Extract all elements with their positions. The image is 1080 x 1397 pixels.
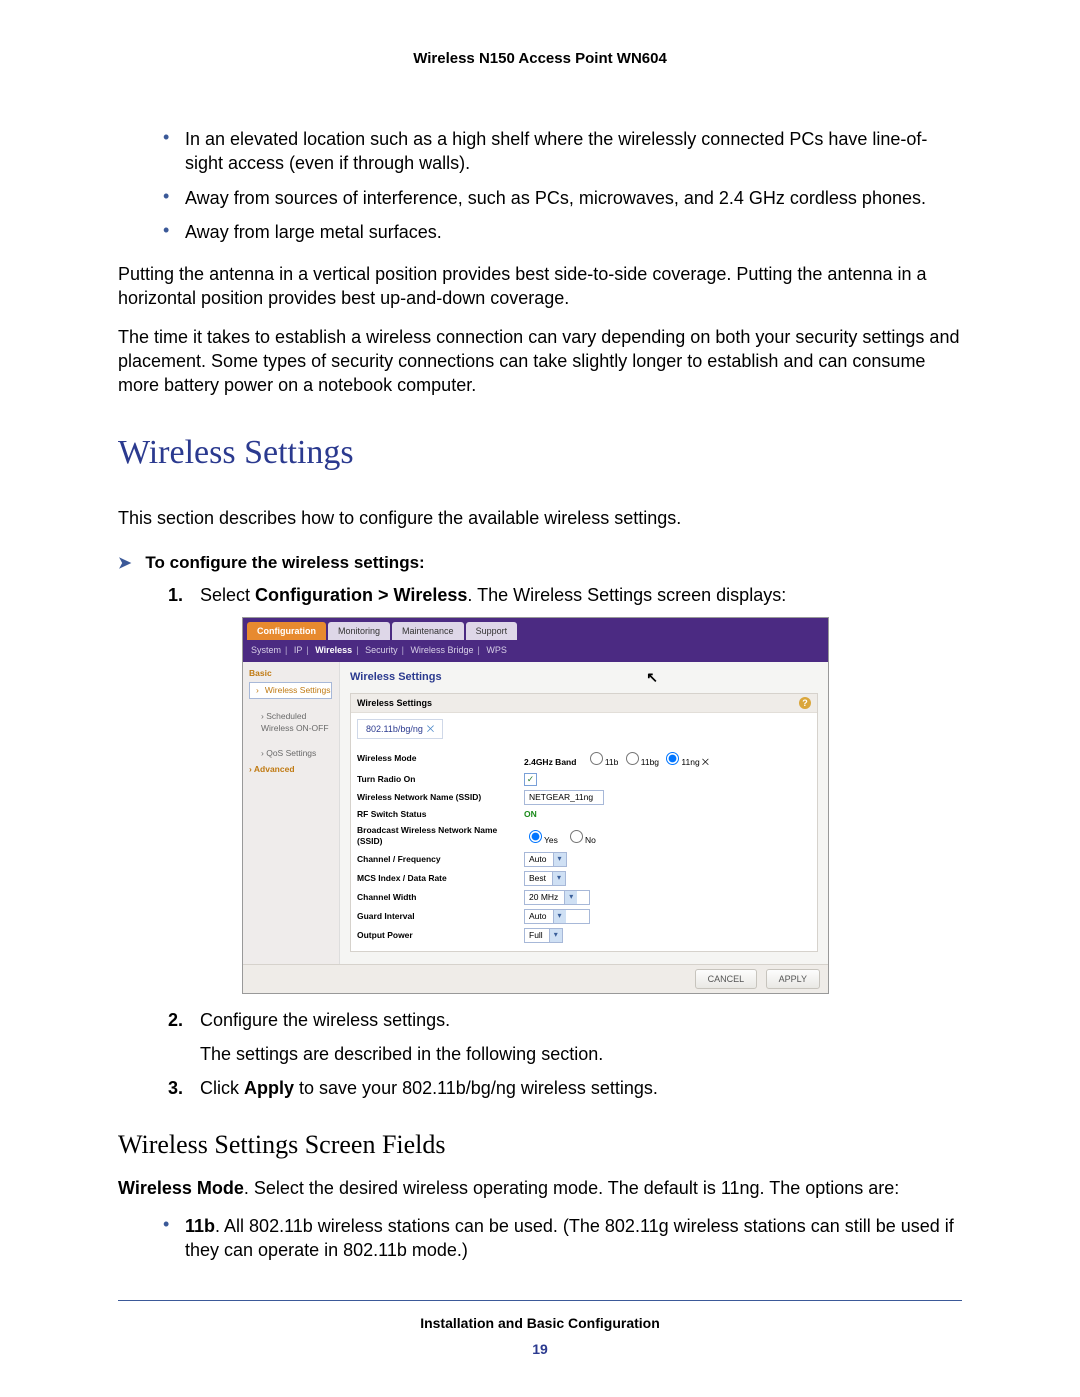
label-channel: Channel / Frequency [351, 850, 518, 869]
select-mcs[interactable]: Best▾ [524, 871, 566, 886]
chevron-right-icon: ➤ [118, 553, 131, 575]
admin-tab-support[interactable]: Support [466, 622, 518, 640]
bullet-item: 11b. All 802.11b wireless stations can b… [163, 1214, 962, 1263]
option-name: 11b [185, 1216, 215, 1236]
footer-rule [118, 1300, 962, 1301]
procedure-heading: ➤ To configure the wireless settings: [118, 552, 962, 575]
label-turn-radio-on: Turn Radio On [351, 771, 518, 788]
select-guard-interval[interactable]: Auto▾ [524, 909, 590, 924]
section-heading-wireless-settings: Wireless Settings [118, 430, 962, 476]
subnav-item[interactable]: System [251, 645, 281, 655]
bullet-item: Away from sources of interference, such … [163, 186, 962, 210]
paragraph: The time it takes to establish a wireles… [118, 325, 962, 398]
step-text: to save your 802.11b/bg/ng wireless sett… [294, 1078, 658, 1098]
wifi-icon: ⨉ [427, 724, 434, 734]
step-bold: Apply [244, 1078, 294, 1098]
footer-chapter-title: Installation and Basic Configuration [0, 1315, 1080, 1331]
cancel-button[interactable]: CANCEL [695, 969, 758, 989]
placement-bullets: In an elevated location such as a high s… [163, 127, 962, 244]
mode-options-list: 11b. All 802.11b wireless stations can b… [163, 1214, 962, 1263]
step-text: Click [200, 1078, 244, 1098]
footer-page-number: 19 [0, 1341, 1080, 1357]
sidebar-item-advanced[interactable]: › Advanced [249, 762, 339, 777]
radio-11ng[interactable] [666, 752, 679, 765]
radio-broadcast-yes[interactable] [529, 830, 542, 843]
apply-button[interactable]: APPLY [766, 969, 820, 989]
chevron-down-icon: ▾ [549, 929, 562, 942]
help-icon[interactable]: ? [799, 697, 811, 709]
section-intro: This section describes how to configure … [118, 506, 962, 530]
sidebar-item-scheduled[interactable]: › Scheduled Wireless ON-OFF [249, 709, 339, 736]
radio-11b[interactable] [590, 752, 603, 765]
admin-tab-configuration[interactable]: Configuration [247, 622, 326, 640]
settings-form: Wireless Mode 2.4GHz Band 11b 11bg 11ng … [351, 747, 817, 944]
subnav-item-active[interactable]: Wireless [315, 645, 352, 655]
select-channel-width[interactable]: 20 MHz▾ [524, 890, 590, 905]
radio-11bg[interactable] [626, 752, 639, 765]
label-wireless-mode: Wireless Mode [351, 747, 518, 770]
radio-broadcast-no[interactable] [570, 830, 583, 843]
sidebar-item-qos[interactable]: › QoS Settings [249, 746, 339, 761]
admin-tabbar: Configuration Monitoring Maintenance Sup… [243, 618, 828, 640]
chevron-down-icon: ▾ [553, 910, 566, 923]
procedure-title: To configure the wireless settings: [145, 552, 424, 575]
step-text: Configure the wireless settings. [200, 1010, 450, 1030]
cursor-icon: ↖ [646, 668, 658, 687]
panel-title: Wireless Settings [350, 670, 442, 685]
select-output-power[interactable]: Full▾ [524, 928, 563, 943]
admin-tab-monitoring[interactable]: Monitoring [328, 622, 390, 640]
select-channel[interactable]: Auto▾ [524, 852, 567, 867]
step-text: . The Wireless Settings screen displays: [467, 585, 786, 605]
sidebar-group-basic[interactable]: Basic [249, 666, 339, 681]
label-ssid: Wireless Network Name (SSID) [351, 788, 518, 807]
label-output-power: Output Power [351, 926, 518, 945]
step-2: Configure the wireless settings. The set… [168, 1008, 962, 1067]
step-text: Select [200, 585, 255, 605]
mode-tab[interactable]: 802.11b/bg/ng⨉ [357, 719, 443, 739]
group-title: Wireless Settings [357, 697, 432, 709]
chevron-down-icon: ▾ [552, 872, 565, 885]
field-description: Wireless Mode. Select the desired wirele… [118, 1176, 962, 1200]
label-channel-width: Channel Width [351, 888, 518, 907]
label-mcs: MCS Index / Data Rate [351, 869, 518, 888]
admin-screenshot: Configuration Monitoring Maintenance Sup… [242, 617, 829, 994]
value-rf-status: ON [524, 809, 537, 819]
step-bold: Configuration > Wireless [255, 585, 467, 605]
subnav-item[interactable]: WPS [486, 645, 507, 655]
step-subtext: The settings are described in the follow… [200, 1042, 962, 1066]
wifi-icon: ⨉ [700, 757, 709, 767]
radio-group-wireless-mode[interactable]: 2.4GHz Band 11b 11bg 11ng ⨉ [518, 747, 817, 770]
checkbox-turn-radio[interactable]: ✓ [524, 773, 537, 786]
label-guard-interval: Guard Interval [351, 907, 518, 926]
paragraph: Putting the antenna in a vertical positi… [118, 262, 962, 311]
bullet-item: In an elevated location such as a high s… [163, 127, 962, 176]
subnav-item[interactable]: Wireless Bridge [410, 645, 473, 655]
label-rf-status: RF Switch Status [351, 807, 518, 822]
field-name: Wireless Mode [118, 1178, 244, 1198]
subnav-item[interactable]: IP [294, 645, 303, 655]
chevron-down-icon: ▾ [553, 853, 566, 866]
bullet-item: Away from large metal surfaces. [163, 220, 962, 244]
step-3: Click Apply to save your 802.11b/bg/ng w… [168, 1076, 962, 1100]
label-broadcast-ssid: Broadcast Wireless Network Name (SSID) [351, 823, 518, 850]
admin-subnav: System| IP| Wireless| Security| Wireless… [243, 640, 828, 662]
radio-group-broadcast[interactable]: Yes No [518, 823, 817, 850]
admin-sidebar: Basic › Wireless Settings › Scheduled Wi… [243, 662, 340, 964]
subsection-heading-fields: Wireless Settings Screen Fields [118, 1127, 962, 1162]
sidebar-item-wireless-settings[interactable]: › Wireless Settings [249, 682, 332, 699]
subnav-item[interactable]: Security [365, 645, 398, 655]
admin-tab-maintenance[interactable]: Maintenance [392, 622, 464, 640]
chevron-down-icon: ▾ [564, 891, 577, 904]
page-header: Wireless N150 Access Point WN604 [118, 50, 962, 67]
input-ssid[interactable]: NETGEAR_11ng [524, 790, 604, 805]
step-1: Select Configuration > Wireless. The Wir… [168, 583, 962, 994]
